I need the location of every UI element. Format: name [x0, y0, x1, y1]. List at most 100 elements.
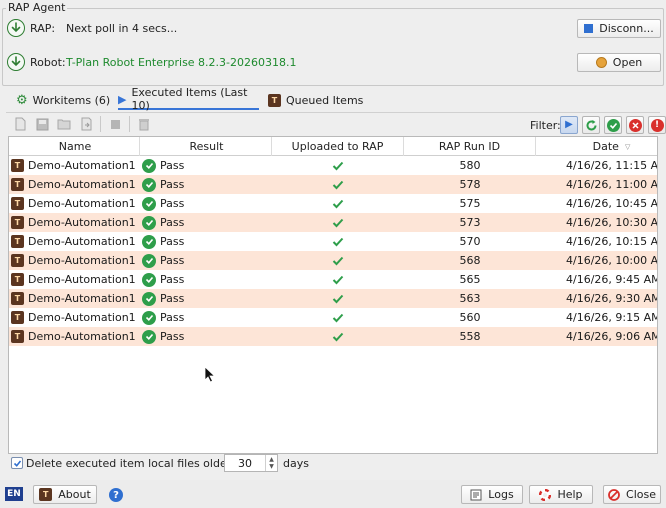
filter-error-button[interactable]: !	[648, 116, 666, 134]
days-stepper[interactable]: 30 ▲ ▼	[224, 454, 278, 472]
cell-uploaded	[272, 175, 404, 194]
help-button[interactable]: Help	[529, 485, 593, 504]
checkmark-icon	[332, 313, 344, 322]
toolbar	[12, 116, 152, 132]
rap-agent-group	[2, 8, 664, 86]
cell-run-id: 558	[459, 330, 481, 343]
table-row[interactable]: T Demo-Automation1 Pass 565 4/16/26, 9:45 AM	[9, 270, 657, 289]
check-circle-icon	[142, 177, 156, 192]
tab-workitems[interactable]: ⚙ Workitems (6)	[16, 90, 110, 110]
language-badge[interactable]: EN	[5, 487, 23, 501]
folder-icon[interactable]	[56, 116, 72, 132]
robot-icon	[595, 57, 607, 68]
export-icon[interactable]	[78, 116, 94, 132]
checkmark-icon	[332, 332, 344, 341]
cell-name: T Demo-Automation1	[9, 270, 140, 289]
checkmark-icon	[332, 256, 344, 265]
t-icon: T	[11, 178, 24, 191]
group-title: RAP Agent	[6, 1, 68, 14]
cell-uploaded	[272, 289, 404, 308]
trash-icon[interactable]	[136, 116, 152, 132]
cell-run-id: 563	[459, 292, 481, 305]
checkmark-icon	[332, 199, 344, 208]
table-row[interactable]: T Demo-Automation1 Pass 563 4/16/26, 9:30 AM	[9, 289, 657, 308]
x-circle-icon	[628, 118, 642, 132]
column-header-run-id[interactable]: RAP Run ID	[404, 137, 536, 156]
filter-running-button[interactable]: ▶	[560, 116, 578, 134]
robot-label: Robot:	[30, 56, 66, 69]
cell-name: T Demo-Automation1	[9, 213, 140, 232]
tab-queued-items[interactable]: T Queued Items	[268, 90, 363, 110]
table-row[interactable]: TDemo-Automation1Pass 570 4/16/26, 10:15 A…	[9, 232, 657, 251]
chevron-down-icon: ▼	[269, 463, 274, 470]
table-row[interactable]: TDemo-Automation1Pass 580 4/16/26, 11:15 A…	[9, 156, 657, 175]
lifebuoy-icon	[539, 488, 552, 501]
stop-icon[interactable]	[107, 116, 123, 132]
no-entry-icon	[608, 488, 620, 501]
cell-result: Pass	[140, 327, 272, 346]
cell-date: 4/16/26, 10:30 AM	[566, 216, 657, 229]
about-button[interactable]: T About	[33, 485, 97, 504]
checkmark-icon	[13, 459, 21, 467]
close-button[interactable]: Close	[603, 485, 661, 504]
rap-label: RAP:	[30, 22, 56, 35]
cell-uploaded	[272, 327, 404, 346]
checkmark-icon	[332, 180, 344, 189]
tab-executed-items[interactable]: ▶ Executed Items (Last 10)	[118, 86, 259, 112]
check-circle-icon	[142, 253, 156, 268]
cell-run-id: 575	[459, 197, 481, 210]
t-icon: T	[11, 330, 24, 343]
cell-result: Pass	[140, 156, 272, 175]
play-icon: ▶	[565, 119, 573, 130]
executed-items-table: Name Result Uploaded to RAP RAP Run ID D…	[8, 136, 658, 454]
robot-name: T-Plan Robot Enterprise 8.2.3-20260318.1	[66, 56, 297, 69]
tab-divider	[6, 112, 660, 113]
stop-icon	[584, 24, 594, 33]
table-row[interactable]: TDemo-Automation1Pass 578 4/16/26, 11:00 A…	[9, 175, 657, 194]
robot-status-icon	[7, 53, 25, 71]
cell-uploaded	[272, 156, 404, 175]
open-button[interactable]: Open	[577, 53, 661, 72]
filter-refresh-button[interactable]	[582, 116, 600, 134]
cell-run-id: 570	[459, 235, 481, 248]
table-row[interactable]: TDemo-Automation1Pass 568 4/16/26, 10:00 A…	[9, 251, 657, 270]
check-circle-icon	[142, 215, 156, 230]
table-row[interactable]: T Demo-Automation1 Pass 558 4/16/26, 9:06 AM	[9, 327, 657, 346]
check-circle-icon	[142, 196, 156, 211]
t-icon: T	[11, 235, 24, 248]
save-icon[interactable]	[34, 116, 50, 132]
delete-old-files-checkbox[interactable]	[11, 457, 23, 469]
t-icon: T	[11, 254, 24, 267]
filter-pass-button[interactable]	[604, 116, 622, 134]
cell-run-id: 580	[459, 159, 481, 172]
logs-button[interactable]: Logs	[461, 485, 523, 504]
t-icon: T	[11, 311, 24, 324]
filter-buttons: ▶ !	[560, 116, 666, 134]
t-icon: T	[268, 93, 281, 107]
new-file-icon[interactable]	[12, 116, 28, 132]
log-file-icon	[470, 489, 482, 500]
table-row[interactable]: TDemo-Automation1Pass 573 4/16/26, 10:30 A…	[9, 213, 657, 232]
check-circle-icon	[142, 272, 156, 287]
t-icon: T	[11, 197, 24, 210]
column-header-date[interactable]: Date ▽	[536, 137, 657, 156]
table-row[interactable]: T Demo-Automation1 Pass 560 4/16/26, 9:15 AM	[9, 308, 657, 327]
column-header-result[interactable]: Result	[140, 137, 272, 156]
stepper-arrows[interactable]: ▲ ▼	[265, 455, 277, 471]
days-value: 30	[238, 456, 252, 470]
cell-date: 4/16/26, 10:45 AM	[566, 197, 657, 210]
disconnect-button[interactable]: Disconn...	[577, 19, 661, 38]
cell-name: T Demo-Automation1	[9, 289, 140, 308]
table-row[interactable]: TDemo-Automation1Pass 575 4/16/26, 10:45 A…	[9, 194, 657, 213]
cell-run-id: 560	[459, 311, 481, 324]
column-header-uploaded[interactable]: Uploaded to RAP	[272, 137, 404, 156]
filter-fail-button[interactable]	[626, 116, 644, 134]
question-icon[interactable]: ?	[109, 488, 123, 502]
cell-result: Pass	[140, 213, 272, 232]
column-header-name[interactable]: Name	[9, 137, 140, 156]
cell-run-id: 573	[459, 216, 481, 229]
chevron-up-icon: ▲	[269, 456, 274, 463]
cell-name: T Demo-Automation1	[9, 175, 140, 194]
table-header: Name Result Uploaded to RAP RAP Run ID D…	[9, 137, 657, 156]
cell-name: T Demo-Automation1	[9, 232, 140, 251]
